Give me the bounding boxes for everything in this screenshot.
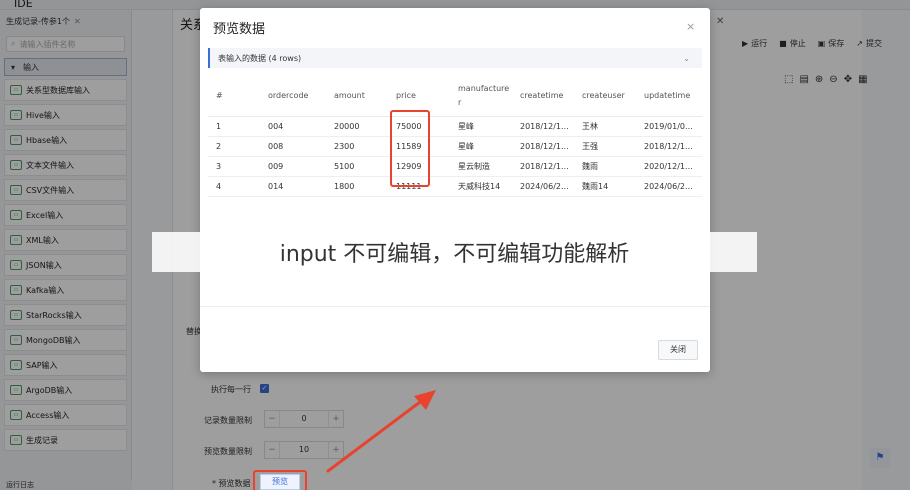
- chevron-down-icon: ⌄: [683, 53, 690, 63]
- table-cell: 星峰: [450, 136, 512, 157]
- price-column-annotation: [390, 110, 430, 187]
- preview-data-dialog: 预览数据 × 表输入的数据 (4 rows) ⌄ # ordercode amoun…: [200, 8, 710, 372]
- table-cell: 004: [260, 116, 326, 137]
- column-header[interactable]: createtime: [512, 76, 574, 117]
- dialog-divider: [200, 306, 710, 307]
- column-header[interactable]: #: [208, 76, 260, 117]
- table-cell: 2: [208, 136, 260, 157]
- table-cell: 2024/06/2...: [636, 176, 702, 197]
- table-cell: 王林: [574, 116, 636, 137]
- table-cell: 2300: [326, 136, 388, 157]
- table-cell: 008: [260, 136, 326, 157]
- caption-text: input 不可编辑，不可编辑功能解析: [279, 242, 630, 267]
- table-cell: 2018/12/1...: [512, 116, 574, 137]
- table-cell: 2020/12/1...: [636, 156, 702, 177]
- table-cell: 3: [208, 156, 260, 177]
- table-cell: 王强: [574, 136, 636, 157]
- table-cell: 014: [260, 176, 326, 197]
- dialog-title: 预览数据: [213, 22, 266, 37]
- table-cell: 2018/12/1...: [512, 136, 574, 157]
- caption-banner: input 不可编辑，不可编辑功能解析: [152, 232, 757, 272]
- table-cell: 009: [260, 156, 326, 177]
- table-cell: 4: [208, 176, 260, 197]
- table-cell: 魏雨14: [574, 176, 636, 197]
- table-cell: 1: [208, 116, 260, 137]
- preview-button-annotation: [253, 470, 307, 490]
- table-cell: 2024/06/2...: [512, 176, 574, 197]
- table-cell: 2019/01/0...: [636, 116, 702, 137]
- close-icon[interactable]: ×: [686, 20, 695, 33]
- table-cell: 2018/12/1...: [636, 136, 702, 157]
- table-cell: 魏雨: [574, 156, 636, 177]
- table-cell: 5100: [326, 156, 388, 177]
- table-row: 3 009 5100 12909 星云制造 2018/12/1... 魏雨 2020/12/1…: [208, 156, 702, 177]
- collapse-header[interactable]: 表输入的数据 (4 rows) ⌄: [208, 48, 702, 68]
- column-header[interactable]: amount: [326, 76, 388, 117]
- section-label: 表输入的数据 (4 rows): [218, 53, 302, 63]
- table-cell: 星峰: [450, 116, 512, 137]
- table-cell: 20000: [326, 116, 388, 137]
- column-header[interactable]: updatetime: [636, 76, 702, 117]
- preview-table: # ordercode amount price manufacture r create…: [208, 76, 702, 197]
- column-header[interactable]: createuser: [574, 76, 636, 117]
- table-row: 1 004 20000 75000 星峰 2018/12/1... 王林 2019/01/0.…: [208, 116, 702, 137]
- table-row: 4 014 1800 11111 天威科技14 2024/06/2... 魏雨14 2024/…: [208, 176, 702, 197]
- table-cell: 1800: [326, 176, 388, 197]
- table-cell: 2018/12/1...: [512, 156, 574, 177]
- table-cell: 天威科技14: [450, 176, 512, 197]
- table-cell: 星云制造: [450, 156, 512, 177]
- annotation-arrow-icon: [326, 390, 436, 473]
- close-button[interactable]: 关闭: [658, 340, 698, 360]
- column-header[interactable]: ordercode: [260, 76, 326, 117]
- table-row: 2 008 2300 11589 星峰 2018/12/1... 王强 2018/12/1..…: [208, 136, 702, 157]
- column-header[interactable]: manufacture r: [450, 76, 512, 117]
